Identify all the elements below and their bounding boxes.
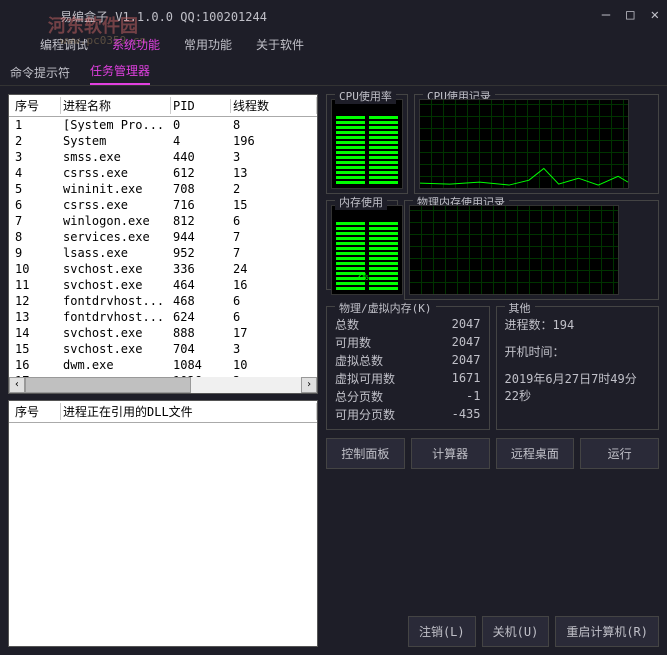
horizontal-scrollbar[interactable]: ‹ › [9, 377, 317, 393]
other-info-panel: 其他 进程数：194 开机时间： 2019年6月27日7时49分22秒 [496, 306, 660, 430]
info-row: 虚拟总数2047 [335, 351, 481, 369]
dll-list-header: 序号进程正在引用的DLL文件 [9, 401, 317, 423]
table-row[interactable]: 15svchost.exe7043 [9, 341, 317, 357]
column-header[interactable]: 序号 [13, 97, 61, 114]
scroll-track[interactable] [25, 377, 301, 393]
mem-history-box: 物理内存使用记录 [404, 200, 659, 300]
other-info-title: 其他 [505, 300, 535, 316]
window-controls: — □ ✕ [602, 7, 659, 23]
tabbar: 命令提示符任务管理器 [0, 58, 667, 86]
menubar: 编程调试 系统功能 常用功能 关于软件 [0, 30, 667, 58]
table-row[interactable]: 14svchost.exe88817 [9, 325, 317, 341]
process-count-row: 进程数：194 [505, 315, 651, 333]
action-button[interactable]: 计算器 [411, 438, 490, 469]
app-title: 易编盒子 V1.1.0.0 QQ:100201244 [60, 8, 267, 25]
table-row[interactable]: 16dwm.exe108410 [9, 357, 317, 373]
info-row: 可用数2047 [335, 333, 481, 351]
table-row[interactable]: 11svchost.exe46416 [9, 277, 317, 293]
column-header[interactable]: 进程正在引用的DLL文件 [61, 403, 317, 420]
table-row[interactable]: 12fontdrvhost...4686 [9, 293, 317, 309]
mem-usage-box: 内存使用 2% [326, 200, 398, 290]
menu-item-1[interactable]: 系统功能 [112, 36, 160, 53]
info-row: 总数2047 [335, 315, 481, 333]
action-button[interactable]: 运行 [580, 438, 659, 469]
table-row[interactable]: 5wininit.exe7082 [9, 181, 317, 197]
dll-list[interactable]: 序号进程正在引用的DLL文件 [8, 400, 318, 647]
column-header[interactable]: 线程数 [231, 97, 317, 114]
scroll-left-button[interactable]: ‹ [9, 377, 25, 393]
info-row: 可用分页数-435 [335, 405, 481, 423]
scroll-right-button[interactable]: › [301, 377, 317, 393]
process-list[interactable]: 序号进程名称PID线程数 1[System Pro...082System419… [8, 94, 318, 394]
table-row[interactable]: 4csrss.exe61213 [9, 165, 317, 181]
cpu-history-graph [419, 99, 629, 189]
maximize-button[interactable]: □ [626, 7, 634, 23]
table-row[interactable]: 2System4196 [9, 133, 317, 149]
column-header[interactable]: 进程名称 [61, 97, 171, 114]
power-button[interactable]: 注销(L) [408, 616, 476, 647]
menu-item-3[interactable]: 关于软件 [256, 36, 304, 53]
memory-info-title: 物理/虚拟内存(K) [335, 300, 436, 316]
scroll-thumb[interactable] [25, 377, 191, 393]
table-row[interactable]: 3smss.exe4403 [9, 149, 317, 165]
table-row[interactable]: 6csrss.exe71615 [9, 197, 317, 213]
mem-usage-label: 内存使用 [335, 194, 387, 210]
minimize-button[interactable]: — [602, 7, 610, 23]
column-header[interactable]: PID [171, 99, 231, 113]
power-button[interactable]: 重启计算机(R) [555, 616, 659, 647]
process-list-body[interactable]: 1[System Pro...082System41963smss.exe440… [9, 117, 317, 377]
menu-item-0[interactable]: 编程调试 [40, 36, 88, 53]
table-row[interactable]: 13fontdrvhost...6246 [9, 309, 317, 325]
info-row: 总分页数-1 [335, 387, 481, 405]
boot-time-label: 开机时间： [505, 343, 651, 360]
cpu-history-box: CPU使用记录 [414, 94, 659, 194]
close-button[interactable]: ✕ [651, 7, 659, 23]
table-row[interactable]: 8services.exe9447 [9, 229, 317, 245]
power-button[interactable]: 关机(U) [482, 616, 550, 647]
column-header[interactable]: 序号 [13, 403, 61, 420]
menu-item-2[interactable]: 常用功能 [184, 36, 232, 53]
table-row[interactable]: 7winlogon.exe8126 [9, 213, 317, 229]
table-row[interactable]: 9lsass.exe9527 [9, 245, 317, 261]
mem-percent: 2% [327, 270, 397, 283]
cpu-usage-bars [331, 99, 403, 189]
cpu-usage-label: CPU使用率 [335, 88, 396, 104]
action-button[interactable]: 控制面板 [326, 438, 405, 469]
table-row[interactable]: 1[System Pro...08 [9, 117, 317, 133]
boot-time-value: 2019年6月27日7时49分22秒 [505, 370, 651, 404]
cpu-usage-box: CPU使用率 [326, 94, 408, 194]
info-row: 虚拟可用数1671 [335, 369, 481, 387]
titlebar: 易编盒子 V1.1.0.0 QQ:100201244 — □ ✕ [0, 0, 667, 30]
memory-info-panel: 物理/虚拟内存(K) 总数2047可用数2047虚拟总数2047虚拟可用数167… [326, 306, 490, 430]
mem-history-graph [409, 205, 619, 295]
process-list-header: 序号进程名称PID线程数 [9, 95, 317, 117]
tab-0[interactable]: 命令提示符 [10, 64, 70, 85]
action-button[interactable]: 远程桌面 [496, 438, 575, 469]
tab-1[interactable]: 任务管理器 [90, 62, 150, 85]
table-row[interactable]: 10svchost.exe33624 [9, 261, 317, 277]
